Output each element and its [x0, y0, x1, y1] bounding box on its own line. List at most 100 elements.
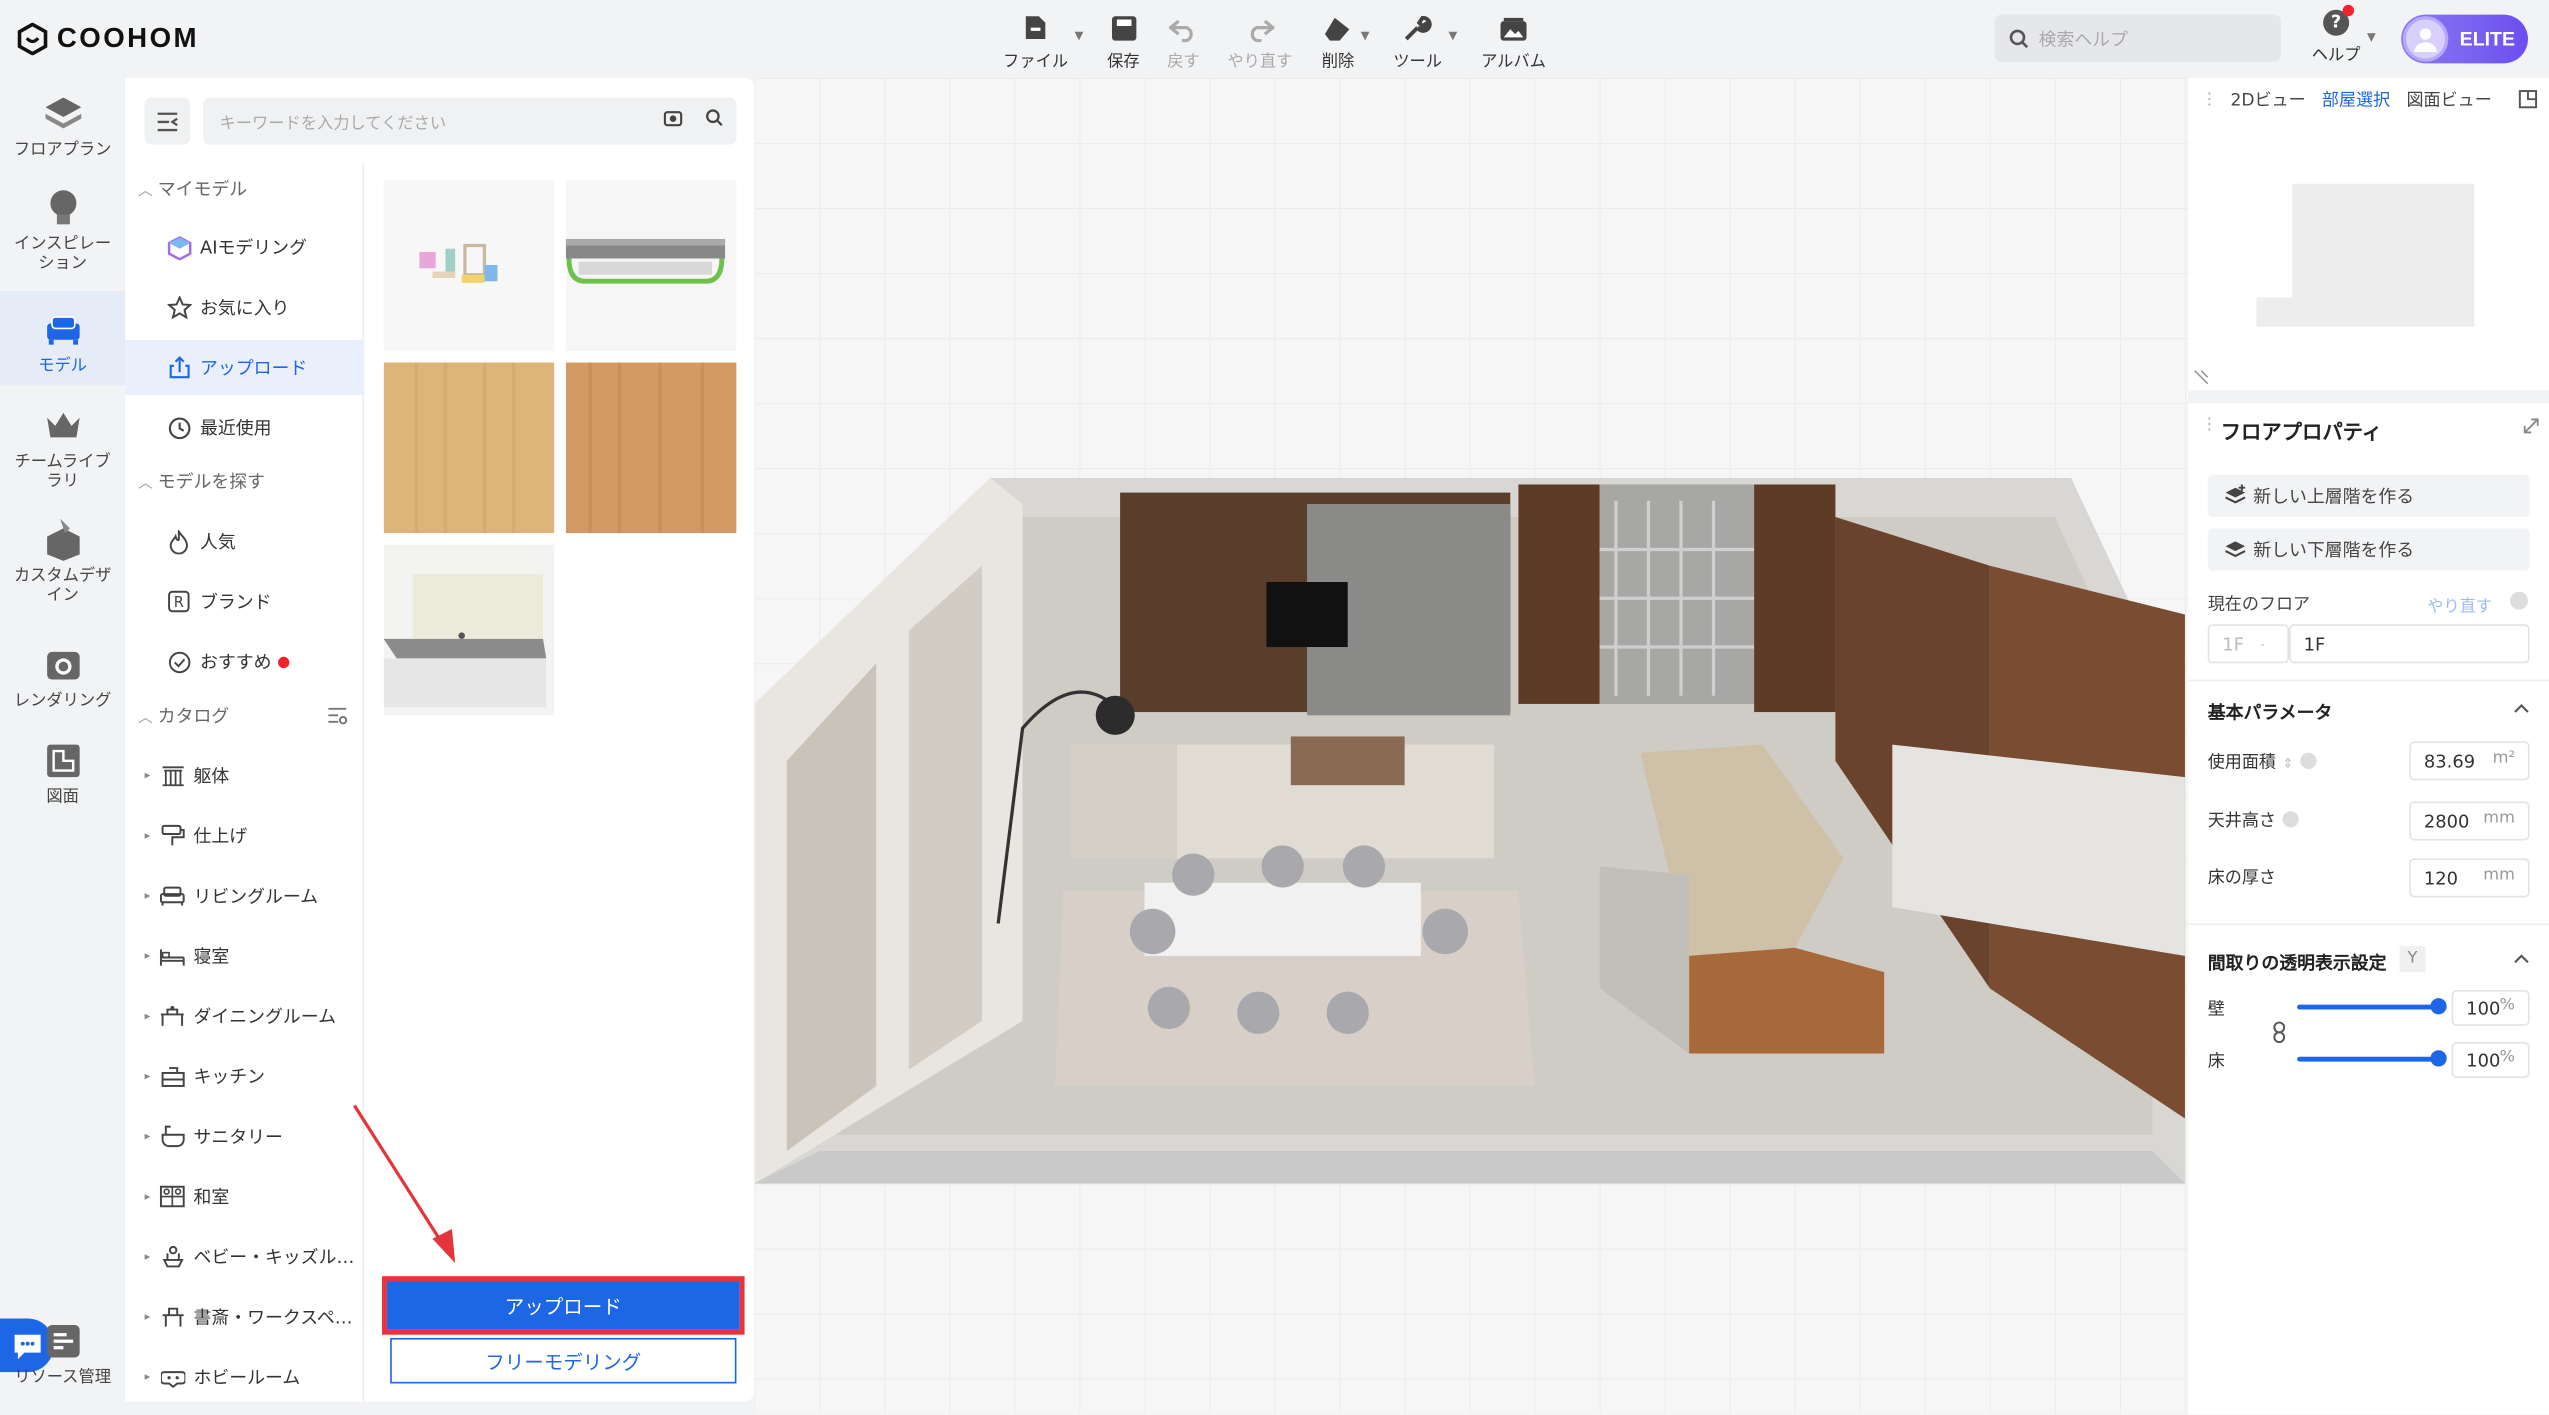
- expand-icon[interactable]: [2523, 418, 2539, 434]
- album-button[interactable]: アルバム: [1478, 10, 1550, 72]
- floor-thickness-input[interactable]: 120 mm: [2409, 858, 2530, 898]
- redo-icon: [1224, 10, 1296, 43]
- expand-arrow-icon[interactable]: ▸: [145, 889, 158, 902]
- floor-opacity-input[interactable]: 100%: [2451, 1042, 2530, 1078]
- search-icon[interactable]: [706, 109, 724, 127]
- floor-redo-link[interactable]: やり直す: [2427, 592, 2492, 616]
- delete-button[interactable]: 削除: [1315, 10, 1361, 72]
- expand-arrow-icon[interactable]: ▸: [145, 1010, 158, 1023]
- nav-model[interactable]: モデル: [0, 291, 126, 386]
- drag-handle-icon[interactable]: ⋮: [2201, 416, 2217, 434]
- expand-arrow-icon[interactable]: ▸: [145, 1070, 158, 1083]
- catalog-item[interactable]: ▸ リビングルーム: [125, 868, 364, 923]
- uploaded-model-thumbnail[interactable]: [383, 544, 555, 716]
- tree-item-recent[interactable]: 最近使用: [125, 400, 364, 455]
- catalog-item[interactable]: ▸ キッチン: [125, 1049, 364, 1104]
- tree-item-favorites[interactable]: お気に入り: [125, 280, 364, 335]
- category-tree: ︿ マイモデル AIモデリング お気に入り アップロード 最近使用 ︿ モデルを探す…: [125, 162, 365, 1404]
- drag-handle-icon[interactable]: ⋮: [2201, 91, 2217, 109]
- tree-item-popular[interactable]: 人気: [125, 514, 364, 569]
- area-input[interactable]: 83.69 m²: [2409, 741, 2530, 781]
- nav-resource-management[interactable]: リソース管理: [0, 1318, 125, 1399]
- expand-arrow-icon[interactable]: ▸: [145, 1190, 158, 1203]
- expand-arrow-icon[interactable]: ▸: [145, 1130, 158, 1143]
- help-button[interactable]: ? ヘルプ: [2310, 4, 2362, 65]
- explore-section[interactable]: ︿ モデルを探す: [125, 465, 364, 498]
- wall-opacity-slider[interactable]: [2297, 1004, 2437, 1010]
- sort-icon[interactable]: ⇕: [2282, 756, 2293, 771]
- file-icon: [1001, 10, 1069, 43]
- uploaded-model-thumbnail[interactable]: [565, 180, 737, 352]
- floor-minimap[interactable]: [2188, 121, 2549, 391]
- link-icon[interactable]: [2273, 1021, 2286, 1044]
- help-search-input[interactable]: 検索ヘルプ: [1994, 14, 2281, 62]
- catalog-item[interactable]: ▸ サニタリー: [125, 1109, 364, 1164]
- ceiling-height-input[interactable]: 2800 mm: [2409, 801, 2530, 841]
- nav-custom-design[interactable]: カスタムデザイン: [0, 517, 125, 615]
- uploaded-material-thumbnail[interactable]: [383, 362, 555, 534]
- floor-name-input[interactable]: 1F: [2288, 624, 2530, 664]
- expand-arrow-icon[interactable]: ▸: [145, 949, 158, 962]
- uploaded-model-thumbnail[interactable]: [383, 180, 555, 352]
- catalog-item[interactable]: ▸ ダイニングルーム: [125, 988, 364, 1043]
- nav-inspiration[interactable]: インスピレーション: [0, 185, 125, 279]
- chevron-up-icon[interactable]: [2513, 953, 2529, 964]
- tree-item-brand[interactable]: R ブランド: [125, 574, 364, 629]
- catalog-item[interactable]: ▸ 仕上げ: [125, 808, 364, 863]
- expand-arrow-icon[interactable]: ▸: [145, 1310, 158, 1323]
- nav-label: リソース管理: [14, 1368, 111, 1387]
- expand-arrow-icon[interactable]: ▸: [145, 769, 158, 782]
- catalog-item[interactable]: ▸ 書斎・ワークスペース: [125, 1289, 364, 1344]
- panel-toggle-icon[interactable]: [2518, 89, 2538, 109]
- undo-button[interactable]: 戻す: [1161, 10, 1207, 72]
- file-menu-button[interactable]: ファイル: [1001, 10, 1069, 72]
- tab-room-select[interactable]: 部屋選択: [2322, 88, 2390, 112]
- filter-settings-icon[interactable]: [327, 707, 348, 725]
- catalog-item[interactable]: ▸ 寝室: [125, 928, 364, 983]
- wall-slider-knob[interactable]: [2430, 998, 2447, 1015]
- expand-arrow-icon[interactable]: ▸: [145, 829, 158, 842]
- area-unit: m²: [2492, 749, 2515, 768]
- tools-caret-icon[interactable]: ▼: [1448, 29, 1457, 42]
- keyword-search-input[interactable]: キーワードを入力してください: [203, 97, 737, 145]
- my-models-section[interactable]: ︿ マイモデル: [125, 172, 364, 205]
- expand-arrow-icon[interactable]: ▸: [145, 1370, 158, 1383]
- save-button[interactable]: 保存: [1099, 10, 1148, 72]
- nav-drawings[interactable]: 図面: [0, 738, 125, 816]
- catalog-section[interactable]: ︿ カタログ: [125, 699, 364, 732]
- tree-item-recommended[interactable]: おすすめ: [125, 634, 364, 689]
- finish-icon: [158, 824, 187, 847]
- uploaded-material-thumbnail[interactable]: [565, 362, 737, 534]
- catalog-item[interactable]: ▸ ベビー・キッズルーム: [125, 1229, 364, 1284]
- create-lower-floor-button[interactable]: 新しい下層階を作る: [2207, 528, 2530, 571]
- catalog-item[interactable]: ▸ ホビールーム: [125, 1349, 364, 1404]
- catalog-item[interactable]: ▸ 和室: [125, 1169, 364, 1224]
- floor-slider-knob[interactable]: [2430, 1050, 2447, 1067]
- chevron-up-icon[interactable]: [2513, 702, 2529, 713]
- expand-arrow-icon[interactable]: ▸: [145, 1250, 158, 1263]
- free-modeling-button[interactable]: フリーモデリング: [390, 1337, 737, 1384]
- tab-2d-view[interactable]: 2Dビュー: [2230, 88, 2305, 112]
- 3d-viewport[interactable]: 1F ▼ 2D▼ 3D▼ 101 %: [754, 78, 2189, 1415]
- redo-button[interactable]: やり直す: [1224, 10, 1296, 72]
- tools-menu-button[interactable]: ツール: [1388, 10, 1447, 72]
- nav-team-library[interactable]: チームライブラリ: [0, 403, 125, 497]
- tree-item-upload[interactable]: アップロード: [125, 339, 365, 396]
- coohom-logo[interactable]: COOHOM: [16, 20, 199, 59]
- help-caret-icon[interactable]: ▼: [2367, 31, 2376, 44]
- collapse-menu-button[interactable]: [144, 97, 191, 145]
- floor-opacity-slider[interactable]: [2297, 1056, 2437, 1062]
- tab-drawing-view[interactable]: 図面ビュー: [2406, 88, 2491, 112]
- nav-rendering[interactable]: レンダリング: [0, 642, 125, 720]
- upload-button[interactable]: アップロード: [382, 1276, 745, 1335]
- tree-item-ai-modeling[interactable]: AIモデリング: [125, 219, 364, 274]
- user-account-button[interactable]: ELITE: [2401, 14, 2528, 64]
- create-upper-floor-button[interactable]: 新しい上層階を作る: [2207, 474, 2530, 517]
- fire-icon: [164, 529, 193, 554]
- file-caret-icon[interactable]: ▼: [1075, 29, 1084, 42]
- nav-floor-plan[interactable]: フロアプラン: [0, 91, 125, 176]
- catalog-item[interactable]: ▸ 躯体: [125, 748, 364, 803]
- delete-caret-icon[interactable]: ▼: [1361, 29, 1370, 42]
- camera-search-icon[interactable]: [663, 109, 683, 127]
- wall-opacity-input[interactable]: 100%: [2451, 990, 2530, 1026]
